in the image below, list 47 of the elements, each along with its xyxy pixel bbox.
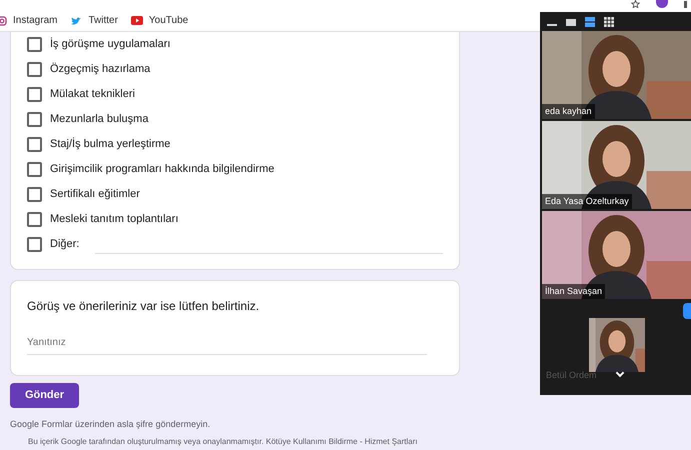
checkbox[interactable] [27, 62, 42, 77]
password-notice: Google Formlar üzerinden asla şifre göndermeyin. [10, 418, 212, 431]
checkbox[interactable] [27, 37, 42, 52]
option-label: Mülakat teknikleri [50, 87, 135, 102]
participant-name: Betül Ordem [546, 368, 597, 382]
option-label: Mesleki tanıtım toplantıları [50, 212, 178, 228]
submit-button[interactable]: Gönder [10, 383, 79, 408]
grid-view-icon[interactable] [603, 16, 615, 28]
checkbox-option[interactable]: Mesleki tanıtım toplantıları [27, 207, 443, 232]
participant-name: İlhan Savaşan [542, 284, 606, 299]
bird-icon [70, 16, 82, 26]
checkbox[interactable] [27, 112, 42, 127]
bookmark-link[interactable]: YouTube [130, 13, 188, 28]
checkbox-option[interactable]: Sertifikalı eğitimler [27, 182, 443, 207]
checkbox-option[interactable]: Girişimcilik programları hakkında bilgilendirme [27, 157, 443, 182]
participant-name: Eda Yasa Ozelturkay [542, 194, 632, 209]
question-title: Görüş ve önerileriniz var ise lütfen belirtiniz. [27, 298, 260, 315]
camera-icon [0, 16, 7, 26]
option-label: Girişimcilik programları hakkında bilgilendirme [50, 162, 274, 178]
star-icon[interactable] [631, 0, 640, 8]
checkbox-option[interactable]: Özgeçmiş hazırlama [27, 57, 443, 82]
checkbox[interactable] [27, 212, 42, 227]
checkbox-option[interactable]: Staj/İş bulma yerleştirme [27, 132, 443, 157]
stacked-view-icon[interactable] [584, 16, 596, 28]
checkbox-option[interactable]: İş görüşme uygulamaları [27, 32, 443, 57]
bookmark-link[interactable]: Instagram [0, 13, 58, 28]
play-icon [130, 16, 143, 25]
option-label: Sertifikalı eğitimler [50, 187, 140, 202]
checkbox[interactable] [27, 87, 42, 102]
footer-text: Bu içerik Google tarafından oluşturulmamış veya onaylanmamıştır. Kötüye Kullanımı Bildirme - Hizmet Şartları [28, 436, 418, 448]
chevron-down-icon[interactable] [615, 369, 624, 378]
option-label: İş görüşme uygulamaları [50, 36, 170, 52]
option-label: Özgeçmiş hazırlama [50, 62, 150, 78]
checkbox-option[interactable]: Mezunlarla buluşma [27, 107, 443, 132]
answer-field[interactable]: Yanıtınız [27, 335, 427, 355]
bookmark-link[interactable]: Twitter [70, 13, 118, 28]
option-label: Staj/İş bulma yerleştirme [50, 136, 170, 152]
checkbox-option[interactable]: Mülakat teknikleri [27, 82, 443, 107]
checkbox[interactable] [27, 137, 42, 152]
checkbox[interactable] [27, 237, 42, 252]
more-button[interactable] [683, 303, 691, 319]
participant-name: eda kayhan [542, 104, 595, 119]
option-label: Mezunlarla buluşma [50, 112, 148, 128]
checkbox[interactable] [27, 162, 42, 177]
checkbox[interactable] [27, 187, 42, 202]
option-label: Diğer: [50, 237, 80, 252]
profile-avatar[interactable] [656, 0, 668, 8]
